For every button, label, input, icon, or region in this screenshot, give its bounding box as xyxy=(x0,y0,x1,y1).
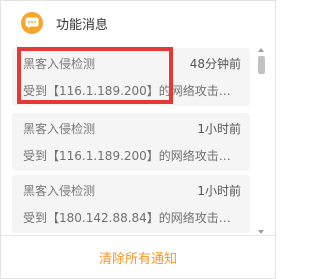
notification-item[interactable]: 黑客入侵检测 1小时前 受到【180.142.88.84】的网络攻击，已... xyxy=(12,175,250,233)
notification-time: 48分钟前 xyxy=(189,56,241,71)
panel-footer: 清除所有通知 xyxy=(1,236,275,278)
notification-time: 1小时前 xyxy=(197,183,241,198)
notification-body: 受到【116.1.189.200】的网络攻击，已... xyxy=(23,84,241,98)
clear-all-button[interactable]: 清除所有通知 xyxy=(99,248,177,267)
notification-title: 黑客入侵检测 xyxy=(23,56,96,71)
message-icon xyxy=(21,12,43,34)
notification-list[interactable]: 黑客入侵检测 48分钟前 受到【116.1.189.200】的网络攻击，已...… xyxy=(1,45,275,235)
panel-header: 功能消息 xyxy=(1,1,275,45)
scroll-thumb[interactable] xyxy=(258,56,265,74)
notification-body: 受到【116.1.189.200】的网络攻击，已... xyxy=(23,149,241,163)
panel-title: 功能消息 xyxy=(56,17,109,33)
notification-panel: 功能消息 黑客入侵检测 48分钟前 受到【116.1.189.200】的网络攻击… xyxy=(0,0,276,279)
notification-item[interactable]: 黑客入侵检测 48分钟前 受到【116.1.189.200】的网络攻击，已... xyxy=(12,48,250,106)
scrollbar[interactable] xyxy=(258,48,265,234)
notification-item[interactable]: 黑客入侵检测 1小时前 受到【116.1.189.200】的网络攻击，已... xyxy=(12,113,250,171)
notification-body: 受到【180.142.88.84】的网络攻击，已... xyxy=(23,211,241,225)
scroll-up-arrow-icon[interactable] xyxy=(258,48,264,52)
notification-time: 1小时前 xyxy=(197,121,241,136)
scroll-down-arrow-icon[interactable] xyxy=(258,230,264,234)
notification-title: 黑客入侵检测 xyxy=(23,183,96,198)
notification-title: 黑客入侵检测 xyxy=(23,121,96,136)
